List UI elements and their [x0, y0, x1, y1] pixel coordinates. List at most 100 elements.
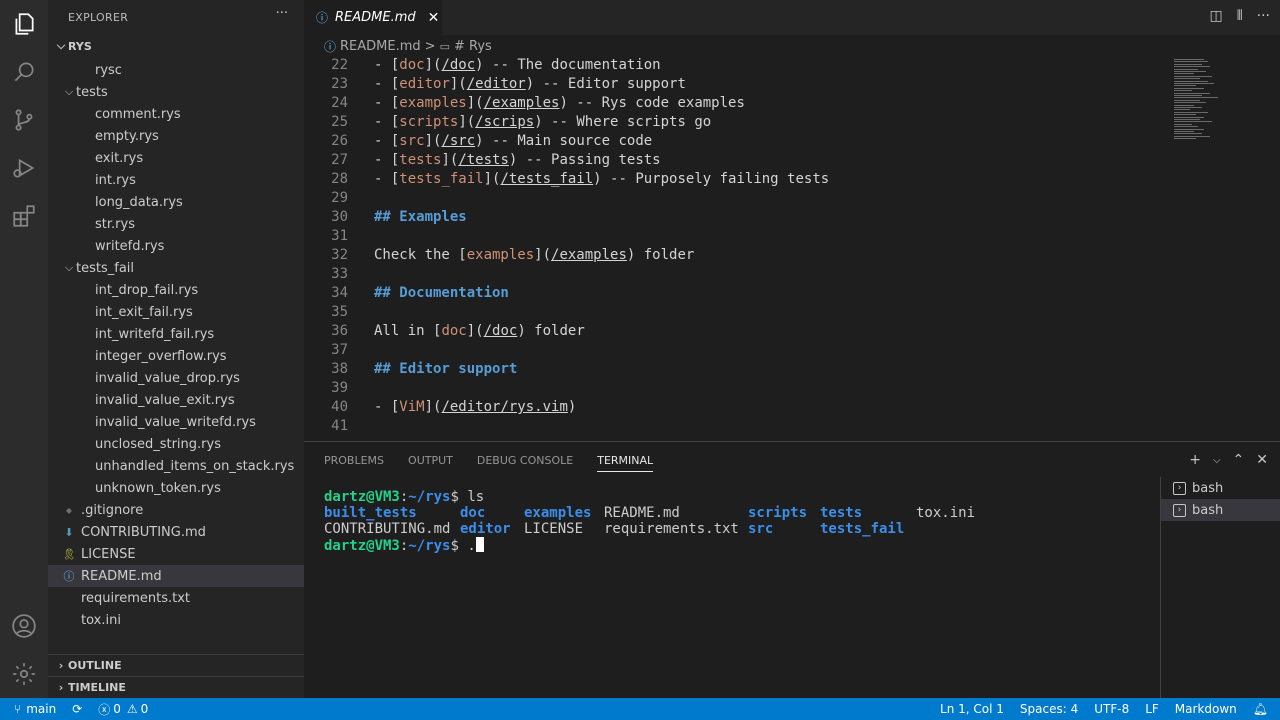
timeline-section[interactable]: › TIMELINE: [48, 676, 304, 698]
minimap-line: [1174, 102, 1206, 104]
workspace-root[interactable]: ⌵ RYS: [48, 35, 304, 57]
file-row[interactable]: empty.rys: [48, 125, 304, 147]
minimap-line: [1174, 68, 1198, 70]
open-preview-icon[interactable]: ◫: [1210, 8, 1223, 24]
file-row[interactable]: invalid_value_writefd.rys: [48, 411, 304, 433]
file-row[interactable]: str.rys: [48, 213, 304, 235]
file-row[interactable]: ⬇ CONTRIBUTING.md: [48, 521, 304, 543]
terminal-line: CONTRIBUTING.md editor LICENSE requirements…: [324, 521, 904, 537]
split-editor-icon[interactable]: ⫴: [1237, 8, 1243, 24]
file-row[interactable]: ◆ .gitignore: [48, 499, 304, 521]
file-row[interactable]: requirements.txt: [48, 587, 304, 609]
notifications-bell-icon[interactable]: 🔔︎: [1245, 698, 1280, 720]
file-row[interactable]: writefd.rys: [48, 235, 304, 257]
close-icon[interactable]: ✕: [1256, 452, 1268, 468]
tab-debug-console[interactable]: DEBUG CONSOLE: [477, 454, 573, 472]
editor-tab-bar: ⓘ README.md ✕ ◫ ⫴ ···: [304, 0, 1280, 35]
minimap[interactable]: [1170, 57, 1266, 440]
account-icon[interactable]: [0, 602, 48, 650]
language-mode[interactable]: Markdown: [1167, 698, 1245, 720]
tree-item-label: long_data.rys: [95, 194, 183, 210]
tab-output[interactable]: OUTPUT: [408, 454, 453, 472]
minimap-line: [1174, 116, 1204, 118]
line-number: 25: [331, 114, 348, 130]
breadcrumb: ⓘ README.md > ▭ # Rys: [304, 35, 1280, 57]
code-editor[interactable]: 22- [doc](/doc) -- The documentation 23- …: [304, 57, 1170, 440]
explorer-sidebar: EXPLORER ··· ⌵ RYS rysc ⌵ tests comment.rys…: [48, 0, 304, 698]
tab-problems[interactable]: PROBLEMS: [324, 454, 384, 472]
markdown-down-arrow-icon: ⬇: [64, 525, 74, 539]
file-row[interactable]: ⓘ README.md: [48, 565, 304, 587]
run-debug-icon[interactable]: [0, 144, 48, 192]
file-row[interactable]: long_data.rys: [48, 191, 304, 213]
end-of-line[interactable]: LF: [1137, 698, 1167, 720]
explorer-title: EXPLORER: [68, 11, 129, 24]
tree-item-label: requirements.txt: [81, 590, 191, 606]
tree-item-label: tox.ini: [81, 612, 121, 628]
line-number: 22: [331, 57, 348, 73]
file-row[interactable]: 🎗︎ LICENSE: [48, 543, 304, 565]
info-icon: ⓘ: [63, 570, 75, 583]
file-row[interactable]: unclosed_string.rys: [48, 433, 304, 455]
minimap-line: [1174, 59, 1204, 60]
line-text: All in [doc](/doc) folder: [374, 322, 585, 341]
file-row[interactable]: tox.ini: [48, 609, 304, 631]
breadcrumb-separator: >: [424, 38, 436, 54]
breadcrumb-file[interactable]: README.md: [340, 39, 421, 54]
folder-row[interactable]: ⌵ tests_fail: [48, 257, 304, 279]
plain-text: ) -- Purposely failing tests: [593, 171, 830, 187]
close-icon[interactable]: ✕: [428, 10, 440, 26]
error-count: 0: [113, 702, 121, 716]
file-row[interactable]: invalid_value_drop.rys: [48, 367, 304, 389]
indentation[interactable]: Spaces: 4: [1012, 698, 1086, 720]
plain-text: ) -- Editor support: [525, 76, 686, 92]
file-row[interactable]: int.rys: [48, 169, 304, 191]
tree-item-label: int_exit_fail.rys: [95, 304, 193, 320]
tab-readme[interactable]: ⓘ README.md ✕: [304, 0, 442, 35]
gear-icon[interactable]: [0, 650, 48, 698]
plain-text: ) -- Rys code examples: [559, 95, 745, 111]
source-control-icon[interactable]: [0, 96, 48, 144]
plain-text: ) -- Where scripts go: [534, 114, 712, 130]
code-line: 27 - [tests](/tests) -- Passing tests: [304, 151, 1170, 170]
outline-section[interactable]: › OUTLINE: [48, 654, 304, 676]
file-row[interactable]: rysc: [48, 59, 304, 81]
prompt-user: dartz@VM3: [324, 538, 400, 554]
more-actions-icon[interactable]: ···: [1257, 8, 1270, 24]
new-terminal-icon[interactable]: +: [1189, 452, 1201, 468]
breadcrumb-symbol[interactable]: # Rys: [454, 39, 492, 54]
file-row[interactable]: unhandled_items_on_stack.rys: [48, 455, 304, 477]
more-actions-icon[interactable]: ···: [276, 6, 288, 21]
maximize-panel-icon[interactable]: ⌃: [1233, 452, 1245, 468]
problems-indicator[interactable]: ⓧ 0 ⚠ 0: [90, 698, 156, 720]
outline-label: OUTLINE: [68, 659, 122, 672]
encoding[interactable]: UTF-8: [1086, 698, 1137, 720]
file-row[interactable]: integer_overflow.rys: [48, 345, 304, 367]
file-row[interactable]: exit.rys: [48, 147, 304, 169]
chevron-right-icon: ›: [58, 681, 64, 694]
file-row[interactable]: invalid_value_exit.rys: [48, 389, 304, 411]
terminal-session[interactable]: › bash: [1161, 499, 1280, 521]
cursor-position[interactable]: Ln 1, Col 1: [932, 698, 1012, 720]
file-row[interactable]: int_writefd_fail.rys: [48, 323, 304, 345]
sync-icon[interactable]: ⟳: [64, 698, 90, 720]
terminal-output[interactable]: dartz@VM3:~/rys$ ls built_tests doc example…: [324, 489, 975, 554]
line-number: 28: [331, 171, 348, 187]
tree-item-label: tests: [76, 84, 108, 100]
code-line: 37: [304, 341, 1170, 360]
tab-terminal[interactable]: TERMINAL: [597, 454, 654, 472]
chevron-down-icon[interactable]: ⌵: [1213, 455, 1221, 468]
folder-row[interactable]: ⌵ tests: [48, 81, 304, 103]
file-row[interactable]: unknown_token.rys: [48, 477, 304, 499]
explorer-files-icon[interactable]: [0, 0, 48, 48]
extensions-icon[interactable]: [0, 192, 48, 240]
line-number: 30: [331, 209, 348, 225]
line-number: 40: [331, 399, 348, 415]
file-row[interactable]: comment.rys: [48, 103, 304, 125]
file-row[interactable]: int_exit_fail.rys: [48, 301, 304, 323]
file-row[interactable]: int_drop_fail.rys: [48, 279, 304, 301]
branch-indicator[interactable]: ⑂ main: [0, 698, 64, 720]
terminal-session[interactable]: › bash: [1161, 477, 1280, 499]
minimap-line: [1174, 138, 1196, 140]
search-icon[interactable]: [0, 48, 48, 96]
